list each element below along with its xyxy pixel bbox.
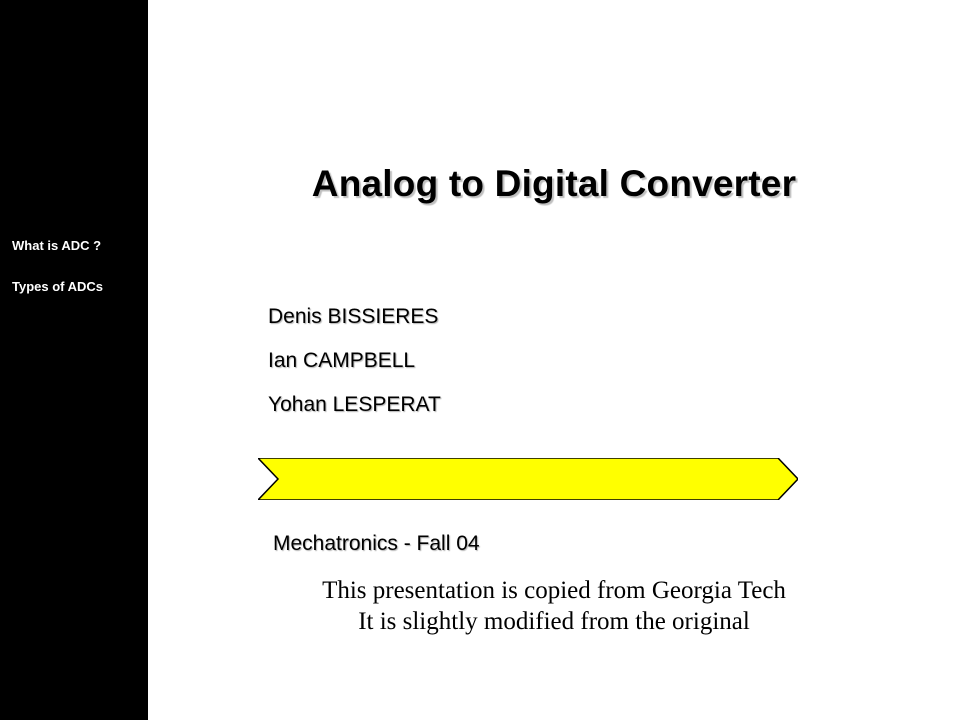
note-line: This presentation is copied from Georgia… bbox=[148, 575, 960, 606]
slide-body: Analog to Digital Converter Denis BISSIE… bbox=[148, 0, 960, 720]
attribution-note: This presentation is copied from Georgia… bbox=[148, 575, 960, 638]
sidebar-item-what-is-adc[interactable]: What is ADC ? bbox=[12, 238, 148, 253]
sidebar-item-types-of-adcs[interactable]: Types of ADCs bbox=[12, 279, 148, 294]
arrow-icon bbox=[258, 458, 798, 500]
arrow-shape bbox=[258, 458, 798, 500]
author-name: Ian CAMPBELL bbox=[268, 349, 441, 373]
slide-title: Analog to Digital Converter bbox=[148, 163, 960, 205]
author-name: Denis BISSIERES bbox=[268, 305, 441, 329]
sidebar-item-label: Types of ADCs bbox=[12, 279, 103, 294]
authors-list: Denis BISSIERES Ian CAMPBELL Yohan LESPE… bbox=[268, 305, 441, 437]
sidebar: What is ADC ? Types of ADCs bbox=[0, 0, 148, 720]
author-name: Yohan LESPERAT bbox=[268, 393, 441, 417]
sidebar-item-label: What is ADC ? bbox=[12, 238, 101, 253]
course-label: Mechatronics - Fall 04 bbox=[273, 532, 480, 556]
note-line: It is slightly modified from the origina… bbox=[148, 606, 960, 637]
